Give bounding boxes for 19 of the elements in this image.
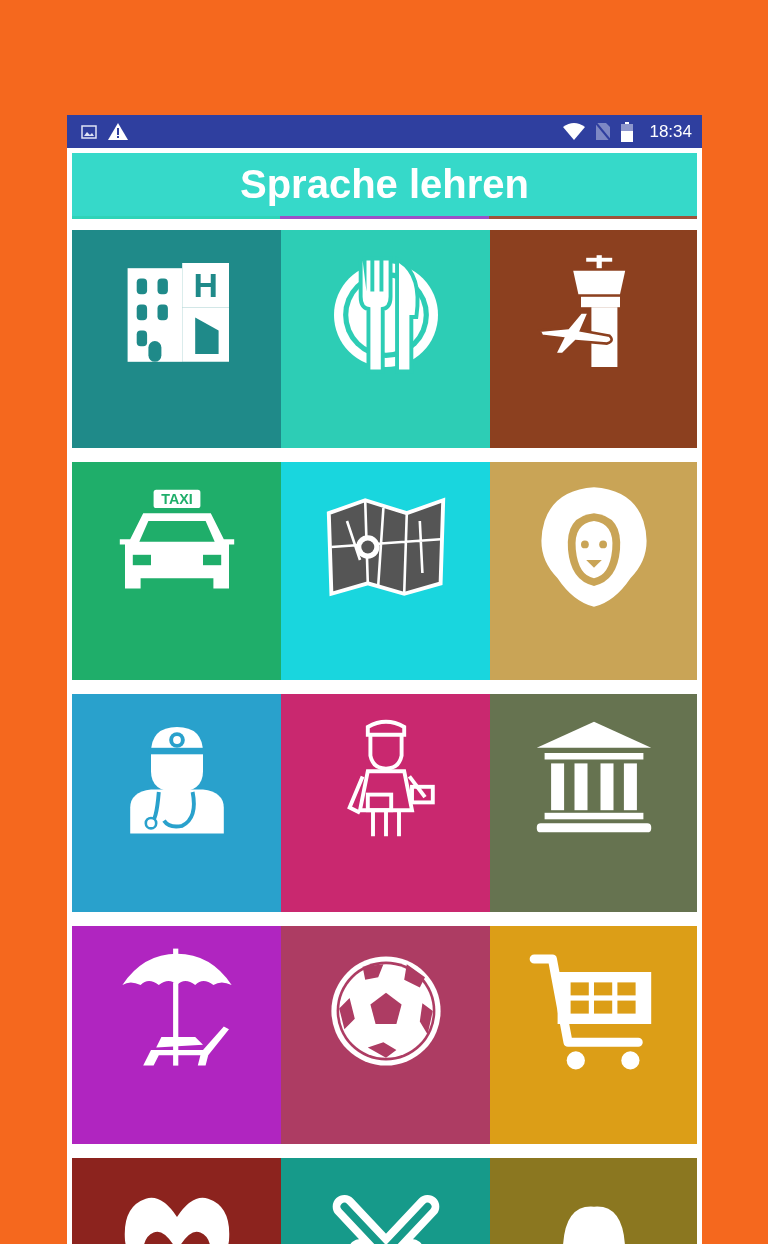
category-tile[interactable]	[281, 694, 490, 912]
wifi-icon	[563, 123, 586, 140]
category-tile[interactable]	[490, 694, 697, 912]
category-tile[interactable]	[281, 462, 490, 680]
app-title: Sprache lehren	[240, 162, 529, 207]
no-sim-icon	[595, 122, 612, 141]
warning-icon	[107, 122, 129, 141]
category-tile[interactable]	[281, 230, 490, 448]
category-tile[interactable]	[281, 926, 490, 1144]
status-time: 18:34	[649, 121, 692, 142]
battery-icon	[621, 121, 634, 142]
category-tile[interactable]	[490, 926, 697, 1144]
category-tile[interactable]	[490, 230, 697, 448]
category-tile[interactable]	[490, 462, 697, 680]
category-tile[interactable]	[72, 926, 281, 1144]
category-tile[interactable]: TAXI	[72, 462, 281, 680]
image-icon	[81, 124, 97, 139]
category-tile[interactable]: H	[72, 230, 281, 448]
category-tile[interactable]	[72, 694, 281, 912]
